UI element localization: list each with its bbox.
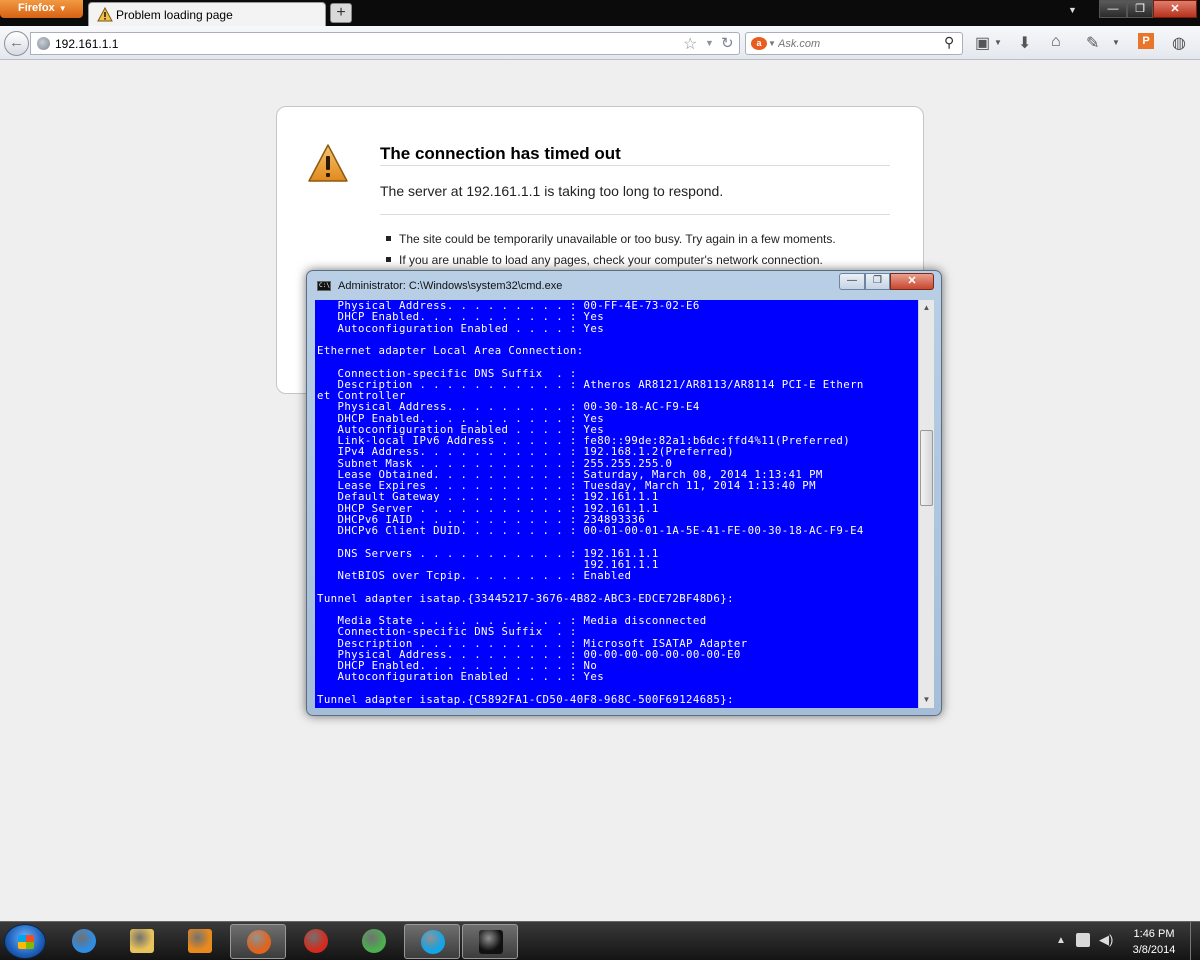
downloads-icon[interactable]: ⬇ bbox=[1018, 33, 1031, 53]
scroll-down-arrow-icon[interactable]: ▼ bbox=[919, 692, 934, 708]
show-desktop-button[interactable] bbox=[1190, 922, 1200, 960]
search-bar[interactable]: a ▼ ⚲ bbox=[745, 32, 963, 55]
reload-icon[interactable]: ↻ bbox=[721, 34, 734, 52]
chrome-icon bbox=[362, 929, 386, 953]
divider bbox=[380, 165, 890, 166]
chevron-down-icon: ▼ bbox=[58, 4, 67, 13]
console-line: Tunnel adapter isatap.{33445217-3676-4B8… bbox=[317, 591, 734, 605]
search-input[interactable] bbox=[778, 35, 938, 52]
cmd-title: Administrator: C:\Windows\system32\cmd.e… bbox=[338, 280, 563, 292]
addon-dropdown-icon[interactable]: ▼ bbox=[1112, 38, 1120, 47]
console-line: Ethernet adapter Local Area Connection: bbox=[317, 344, 584, 357]
taskbar-media-player-button[interactable] bbox=[172, 924, 228, 959]
bookmarks-dropdown-icon[interactable]: ▼ bbox=[994, 38, 1002, 47]
console-line: DHCP Enabled. . . . . . . . . . . : Yes bbox=[317, 310, 605, 324]
scroll-up-arrow-icon[interactable]: ▲ bbox=[919, 300, 934, 316]
scroll-thumb[interactable] bbox=[920, 430, 933, 506]
taskbar-skype-button[interactable] bbox=[404, 924, 460, 959]
firefox-titlebar: Firefox ▼ Problem loading page + ▼ — ❐ ✕ bbox=[0, 0, 1200, 26]
clock-time[interactable]: 1:46 PM bbox=[1130, 928, 1178, 940]
console-text: Physical Address. . . . . . . . . : 00-F… bbox=[317, 300, 864, 705]
console-line: IPv4 Address. . . . . . . . . . . : 192.… bbox=[317, 445, 734, 459]
firefox-menu-label: Firefox bbox=[18, 2, 55, 14]
taskbar-chrome-button[interactable] bbox=[346, 924, 402, 959]
error-title: The connection has timed out bbox=[380, 144, 621, 163]
clock-date[interactable]: 3/8/2014 bbox=[1130, 944, 1178, 956]
windows-logo-icon bbox=[18, 935, 34, 949]
bookmarks-menu-icon[interactable]: ▣ bbox=[975, 33, 990, 53]
suggestion-item: The site could be temporarily unavailabl… bbox=[380, 232, 836, 253]
maximize-button[interactable]: ❐ bbox=[1127, 0, 1153, 18]
action-center-icon[interactable] bbox=[1076, 933, 1090, 947]
back-arrow-icon: ← bbox=[9, 34, 24, 51]
taskbar-file-explorer-button[interactable] bbox=[114, 924, 170, 959]
addon-icon[interactable]: ✎ bbox=[1086, 33, 1099, 53]
taskbar-firefox-button[interactable] bbox=[230, 924, 286, 959]
firefox-menu-button[interactable]: Firefox ▼ bbox=[0, 0, 83, 18]
file-explorer-icon bbox=[130, 929, 154, 953]
error-description: The server at 192.161.1.1 is taking too … bbox=[380, 183, 724, 199]
menu-icon[interactable]: ◍ bbox=[1172, 33, 1186, 53]
taskbar-internet-explorer-button[interactable] bbox=[56, 924, 112, 959]
console-line: Default Gateway . . . . . . . . . : 192.… bbox=[317, 490, 659, 504]
cmd-titlebar[interactable]: C:\ Administrator: C:\Windows\system32\c… bbox=[307, 271, 941, 299]
home-icon[interactable]: ⌂ bbox=[1051, 33, 1061, 51]
tab-list-icon[interactable]: ▼ bbox=[1068, 5, 1077, 15]
search-engine-dropdown-icon[interactable]: ▼ bbox=[768, 39, 776, 48]
console-line: Tunnel adapter isatap.{C5892FA1-CD50-40F… bbox=[317, 692, 734, 706]
ask-logo-icon[interactable]: a bbox=[751, 37, 767, 50]
suggestion-list: The site could be temporarily unavailabl… bbox=[380, 232, 836, 274]
cmd-app-icon: C:\ bbox=[317, 281, 331, 291]
console-line: Autoconfiguration Enabled . . . . : Yes bbox=[317, 670, 605, 684]
command-prompt-icon bbox=[479, 930, 503, 954]
close-button[interactable]: ✕ bbox=[1153, 0, 1197, 18]
search-icon[interactable]: ⚲ bbox=[944, 34, 954, 51]
globe-icon bbox=[37, 37, 50, 50]
bookmark-star-icon[interactable]: ☆ bbox=[683, 34, 697, 54]
taskbar-opera-button[interactable] bbox=[288, 924, 344, 959]
cmd-close-button[interactable]: ✕ bbox=[890, 273, 934, 290]
tab-title: Problem loading page bbox=[116, 8, 233, 22]
console-line: Autoconfiguration Enabled . . . . : Yes bbox=[317, 321, 605, 335]
console-output[interactable]: Physical Address. . . . . . . . . : 00-F… bbox=[315, 300, 918, 708]
taskbar-command-prompt-button[interactable] bbox=[462, 924, 518, 959]
console-line: NetBIOS over Tcpip. . . . . . . . : Enab… bbox=[317, 569, 632, 582]
volume-icon[interactable]: ◀) bbox=[1099, 932, 1113, 948]
browser-tab[interactable]: Problem loading page bbox=[88, 2, 326, 26]
divider bbox=[380, 214, 890, 215]
warning-icon bbox=[97, 7, 113, 22]
cmd-minimize-button[interactable]: — bbox=[839, 273, 865, 290]
start-button[interactable] bbox=[4, 924, 46, 959]
minimize-button[interactable]: — bbox=[1099, 0, 1127, 18]
taskbar: ▲ ◀) 1:46 PM 3/8/2014 bbox=[0, 921, 1200, 960]
url-text[interactable]: 192.161.1.1 bbox=[55, 37, 118, 51]
history-dropdown-icon[interactable]: ▼ bbox=[705, 38, 714, 48]
url-bar[interactable]: 192.161.1.1 ☆ ▼ ↻ bbox=[30, 32, 740, 55]
console-line: Physical Address. . . . . . . . . : 00-3… bbox=[317, 400, 700, 414]
navigation-toolbar: ← 192.161.1.1 ☆ ▼ ↻ a ▼ ⚲ ▣ ▼ ⬇ ⌂ ✎ ▼ P … bbox=[0, 26, 1200, 60]
new-tab-button[interactable]: + bbox=[330, 3, 352, 23]
page-content: The connection has timed out The server … bbox=[0, 61, 1200, 921]
skype-icon bbox=[421, 930, 445, 954]
cmd-scrollbar[interactable]: ▲ ▼ bbox=[918, 300, 934, 708]
cmd-maximize-button[interactable]: ❐ bbox=[865, 273, 890, 290]
console-line: Connection-specific DNS Suffix . : bbox=[317, 625, 577, 639]
media-player-icon bbox=[188, 929, 212, 953]
console-line: DHCPv6 Client DUID. . . . . . . . : 00-0… bbox=[317, 524, 864, 537]
show-hidden-icons-icon[interactable]: ▲ bbox=[1056, 935, 1066, 946]
internet-explorer-icon bbox=[72, 929, 96, 953]
pocket-icon[interactable]: P bbox=[1138, 33, 1154, 49]
firefox-icon bbox=[247, 930, 271, 954]
warning-triangle-icon bbox=[308, 144, 348, 182]
opera-icon bbox=[304, 929, 328, 953]
cmd-window[interactable]: C:\ Administrator: C:\Windows\system32\c… bbox=[306, 270, 942, 716]
back-button[interactable]: ← bbox=[4, 31, 29, 56]
